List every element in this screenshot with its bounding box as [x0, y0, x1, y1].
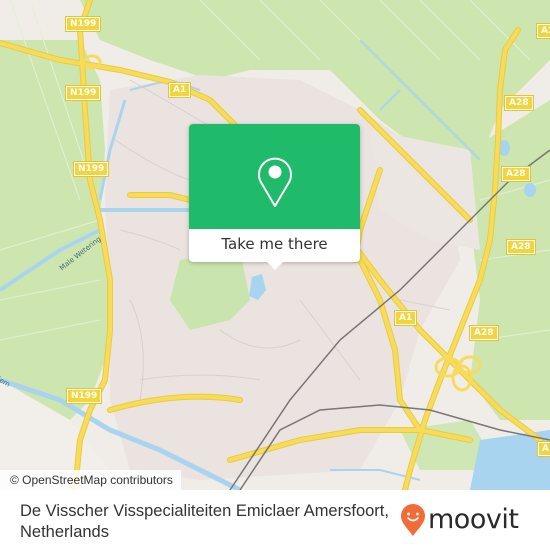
- place-name: De Visscher Visspecialiteiten Emiclaer A…: [20, 502, 389, 541]
- road-label-n199: N199: [65, 388, 103, 404]
- map-view[interactable]: N199 N199 N199 N199 A1 A1 A1 A28 A28 A28…: [0, 0, 550, 490]
- map-attribution[interactable]: © OpenStreetMap contributors: [0, 470, 181, 490]
- popup-pointer: [267, 262, 283, 270]
- road-label-a28: A28: [504, 95, 534, 111]
- popup-header: [189, 124, 360, 229]
- moovit-pin-icon: [401, 504, 425, 536]
- road-label-a1: A1: [167, 82, 192, 98]
- road-label-n199: N199: [64, 85, 102, 101]
- road-label-a1: A1: [393, 310, 418, 326]
- road-label-a28: A28: [536, 23, 550, 39]
- pond: [524, 183, 536, 197]
- road-label-a1: A1: [536, 441, 550, 457]
- road-label-n199: N199: [64, 16, 102, 32]
- location-popup: Take me there: [189, 124, 360, 270]
- map-pin-icon: [258, 157, 292, 207]
- moovit-wordmark: moovit: [428, 504, 519, 535]
- moovit-logo[interactable]: moovit: [400, 503, 519, 537]
- road-label-a28: A28: [501, 166, 531, 182]
- footer: De Visscher Visspecialiteiten Emiclaer A…: [0, 490, 550, 550]
- road-label-a28: A28: [469, 325, 499, 341]
- take-me-there-button[interactable]: Take me there: [189, 229, 360, 262]
- road-label-a28: A28: [506, 239, 536, 255]
- road-label-n199: N199: [72, 161, 110, 177]
